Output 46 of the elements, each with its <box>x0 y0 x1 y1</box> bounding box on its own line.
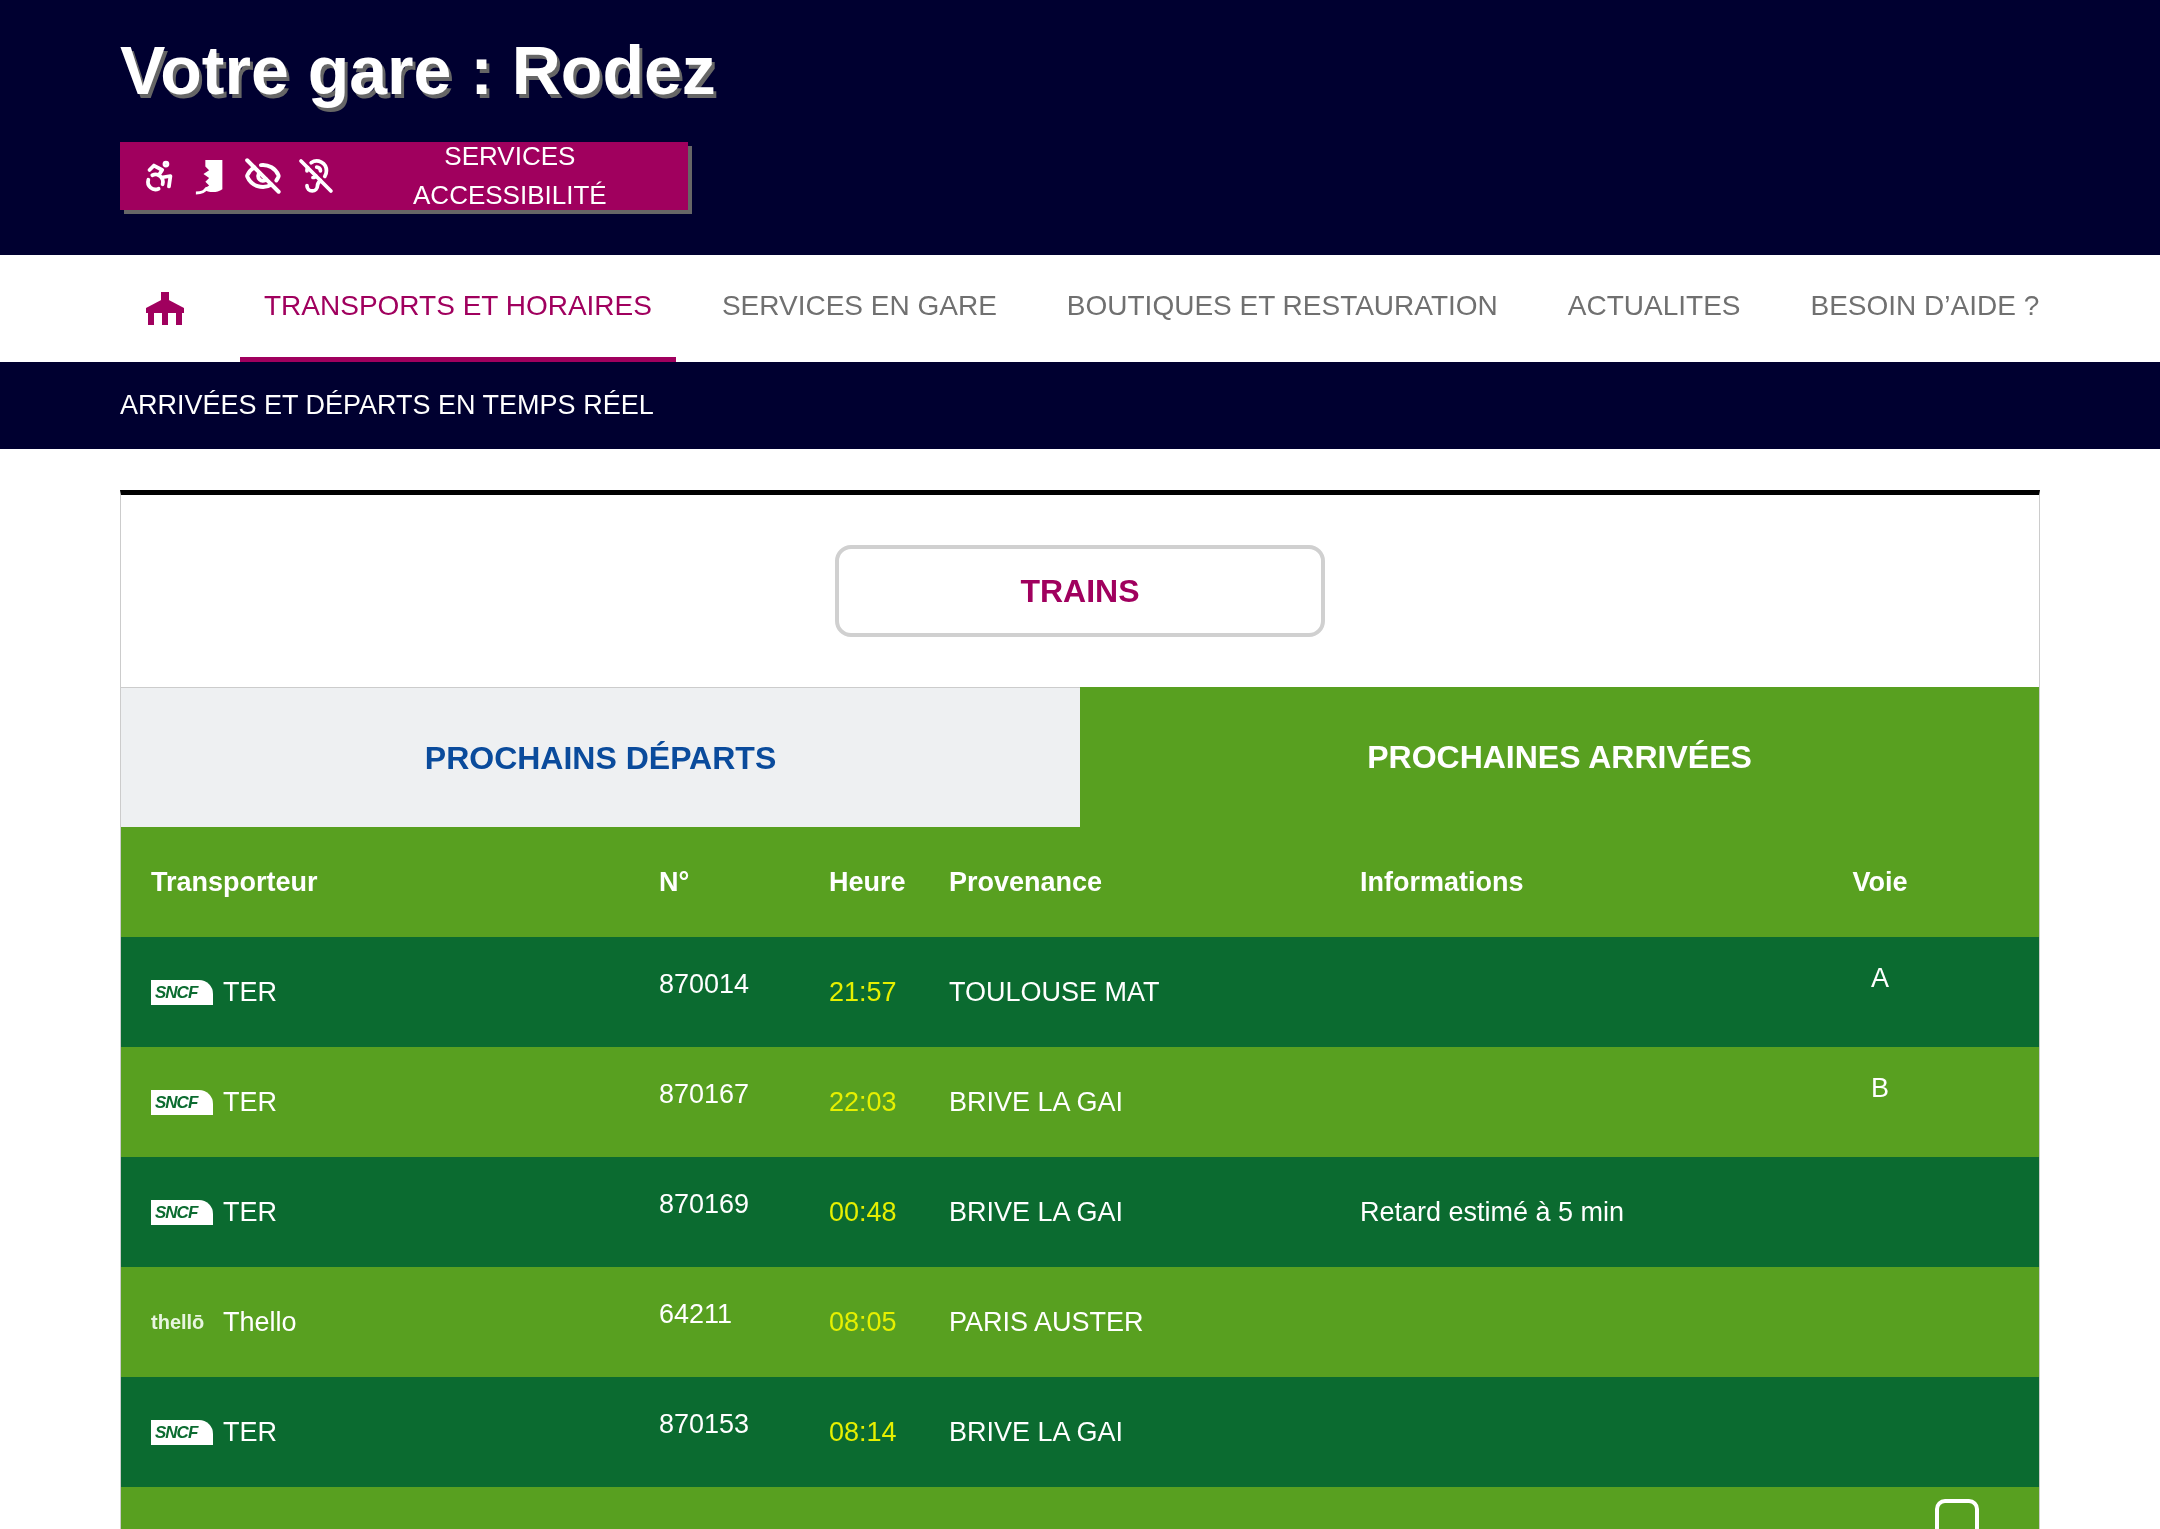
nav-link[interactable]: SERVICES EN GARE <box>697 255 1021 362</box>
origin-station: PARIS AUSTER <box>949 1306 1144 1337</box>
train-number: 64211 <box>659 1298 733 1329</box>
train-number: 870014 <box>659 968 750 999</box>
arrival-time: 08:14 <box>829 1416 897 1447</box>
origin-station: BRIVE LA GAI <box>949 1196 1124 1227</box>
train-number: 870153 <box>659 1408 750 1439</box>
sncf-logo: SNCF <box>151 1089 213 1115</box>
column-header: Provenance <box>949 866 1103 897</box>
subheader-title: ARRIVÉES ET DÉPARTS EN TEMPS RÉEL <box>120 389 654 423</box>
info-message: Retard estimé à 5 min <box>1360 1196 1625 1227</box>
nav-link[interactable]: ACTUALITES <box>1543 255 1765 362</box>
column-header: Voie <box>1852 866 1908 897</box>
platform-letter: A <box>1871 962 1889 993</box>
station-home-icon[interactable] <box>144 290 186 327</box>
nav-link[interactable]: BOUTIQUES ET RESTAURATION <box>1042 255 1522 362</box>
rounded-outline-icon <box>1935 1499 1979 1529</box>
origin-station: TOULOUSE MAT <box>949 976 1160 1007</box>
nav-link[interactable]: BESOIN D’AIDE ? <box>1786 255 2064 362</box>
arrival-time: 21:57 <box>829 976 897 1007</box>
board-tab[interactable]: PROCHAINS DÉPARTS <box>121 687 1080 827</box>
board-tab[interactable]: PROCHAINES ARRIVÉES <box>1080 687 2039 827</box>
carrier-name: TER <box>223 1085 277 1119</box>
arrival-time: 22:03 <box>829 1086 897 1117</box>
arrival-time: 08:05 <box>829 1306 897 1337</box>
column-header: Transporteur <box>151 866 318 897</box>
carrier-name: TER <box>223 1195 277 1229</box>
column-header: Informations <box>1360 866 1524 897</box>
arrival-time: 00:48 <box>829 1196 897 1227</box>
eye-crossed-icon <box>243 156 282 196</box>
carrier-name: TER <box>223 1415 277 1449</box>
carrier-name: TER <box>223 975 277 1009</box>
sncf-logo: SNCF <box>151 1419 213 1445</box>
origin-station: BRIVE LA GAI <box>949 1416 1124 1447</box>
sncf-logo: SNCF <box>151 1199 213 1225</box>
origin-station: BRIVE LA GAI <box>949 1086 1124 1117</box>
carrier-name: Thello <box>223 1305 297 1339</box>
sncf-logo: SNCF <box>151 979 213 1005</box>
thello-logo: thellō <box>151 1312 206 1332</box>
ear-crossed-icon <box>297 157 334 195</box>
train-number: 870169 <box>659 1188 750 1219</box>
column-header: Heure <box>829 866 906 897</box>
platform-letter: B <box>1871 1072 1889 1103</box>
trains-button[interactable]: TRAINS <box>835 545 1325 637</box>
train-number: 870167 <box>659 1078 750 1109</box>
column-header: N° <box>659 866 690 897</box>
